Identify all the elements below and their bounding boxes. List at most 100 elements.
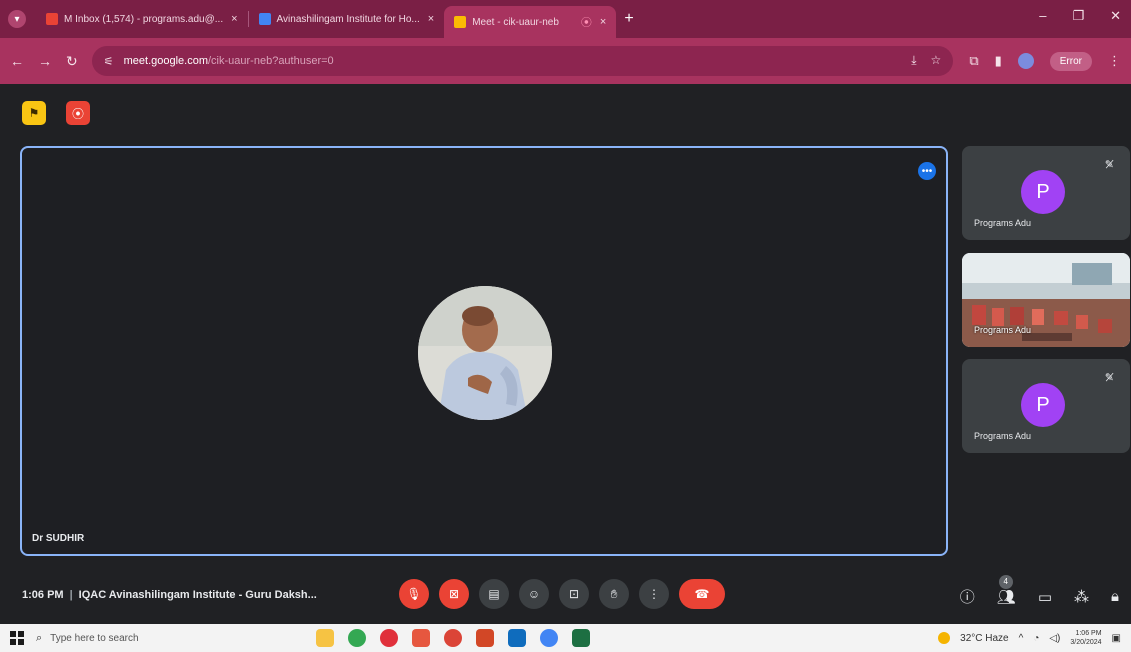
host-lock-icon[interactable]: 🔒︎ xyxy=(1111,588,1119,605)
participant-avatar: P xyxy=(1021,170,1065,214)
participant-tile-video[interactable]: Programs Adu xyxy=(962,253,1130,347)
mic-off-icon: ✎̸ xyxy=(1104,372,1114,384)
main-video-stage: ••• Dr SUDHIR xyxy=(20,146,948,556)
participant-name: Programs Adu xyxy=(974,218,1032,228)
restore-icon[interactable]: ❐ xyxy=(1072,8,1084,24)
chat-icon[interactable]: ▭ xyxy=(1038,588,1052,606)
chrome-icon[interactable] xyxy=(348,629,366,647)
captions-icon: ▤ xyxy=(488,587,500,601)
more-actions-button[interactable]: ⋮ xyxy=(639,579,669,609)
emoji-button[interactable]: ☺ xyxy=(519,579,549,609)
recording-icon[interactable]: ⦿ xyxy=(66,101,90,125)
back-arrow-icon[interactable]: ← xyxy=(10,53,24,69)
taskbar-search[interactable]: ⌕ Type here to search xyxy=(36,627,246,649)
clock-time: 1:06 PM xyxy=(1075,630,1102,637)
more-options-icon[interactable]: ••• xyxy=(918,162,936,180)
forward-arrow-icon[interactable]: → xyxy=(38,53,52,69)
more-vert-icon: ⋮ xyxy=(648,587,660,601)
site-settings-icon[interactable]: ⚟ xyxy=(104,55,114,68)
search-icon: ⌕ xyxy=(36,631,43,644)
end-call-icon: ☎ xyxy=(694,587,710,601)
meet-icon xyxy=(454,16,467,28)
mic-off-icon: 🎙︎ xyxy=(406,587,422,601)
close-icon[interactable]: ✕ xyxy=(1110,8,1121,24)
window-controls: – ❐ ✕ xyxy=(1039,8,1121,24)
tab-label: Avinashilingam Institute for Ho... xyxy=(276,13,420,25)
clock-date: 3/20/2024 xyxy=(1070,639,1102,646)
meeting-info-separator: | xyxy=(69,589,73,601)
activities-icon[interactable]: ⁂ xyxy=(1074,588,1089,606)
tab-close-icon[interactable]: × xyxy=(231,13,237,25)
omnibox-actions: ⤓ ☆ xyxy=(911,53,941,68)
volume-icon[interactable]: ◁) xyxy=(1049,633,1060,644)
wifi-icon[interactable]: ◔ xyxy=(1033,633,1039,644)
tab-close-icon[interactable]: × xyxy=(428,13,434,25)
outlook-icon[interactable] xyxy=(508,629,526,647)
camera-toggle-button[interactable]: ⊠ xyxy=(439,579,469,609)
tab-avinashilingam[interactable]: Avinashilingam Institute for Ho... × xyxy=(249,5,445,33)
people-button[interactable]: 4 👥︎ xyxy=(996,574,1016,606)
host-controls-icon[interactable]: ⚑ xyxy=(22,101,46,125)
minimize-icon[interactable]: – xyxy=(1039,8,1046,24)
error-button[interactable]: Error xyxy=(1049,51,1092,71)
gmail-icon xyxy=(46,13,58,25)
participant-tile[interactable]: P ✎̸ Programs Adu xyxy=(962,359,1130,453)
windows-start-icon[interactable] xyxy=(10,631,24,645)
taskbar-search-placeholder: Type here to search xyxy=(50,632,139,644)
browser-tab-strip: ▾ M Inbox (1,574) - programs.adu@... × A… xyxy=(0,0,1131,38)
presenter-avatar xyxy=(418,286,552,420)
participant-avatar: P xyxy=(1021,383,1065,427)
present-button[interactable]: ⊡ xyxy=(559,579,589,609)
tab-search-icon[interactable]: ▾ xyxy=(8,10,26,28)
side-panel-icon[interactable]: ▮ xyxy=(995,53,1002,69)
weather-text[interactable]: 32°C Haze xyxy=(960,633,1008,644)
new-tab-button[interactable]: + xyxy=(624,10,633,28)
download-icon[interactable]: ⤓ xyxy=(911,53,916,68)
excel-icon[interactable] xyxy=(572,629,590,647)
participant-name: Programs Adu xyxy=(974,431,1032,441)
meeting-info-icon[interactable]: ⓘ xyxy=(960,586,975,607)
bookmark-star-icon[interactable]: ☆ xyxy=(931,53,942,68)
chrome-profile-icon[interactable] xyxy=(444,629,462,647)
taskbar-clock[interactable]: 1:06 PM 3/20/2024 xyxy=(1070,629,1101,647)
meeting-time: 1:06 PM xyxy=(22,589,64,601)
tab-close-icon[interactable]: × xyxy=(600,16,606,28)
notification-icon[interactable]: ▣ xyxy=(1112,633,1121,644)
screen: ▾ M Inbox (1,574) - programs.adu@... × A… xyxy=(0,0,1131,652)
raise-hand-button[interactable]: ✋︎ xyxy=(599,579,629,609)
meeting-controls-bar: 1:06 PM | IQAC Avinashilingam Institute - … xyxy=(0,570,1131,622)
url-host: meet.google.com xyxy=(123,55,208,67)
opera-icon[interactable] xyxy=(380,629,398,647)
chrome-alt-icon[interactable] xyxy=(540,629,558,647)
tab-gmail[interactable]: M Inbox (1,574) - programs.adu@... × xyxy=(36,5,248,33)
participant-count-badge: 4 xyxy=(998,574,1013,589)
browser-toolbar: ← → ↻ ⚟ meet.google.com /cik-uaur-neb?au… xyxy=(0,38,1131,84)
meeting-info: 1:06 PM | IQAC Avinashilingam Institute - … xyxy=(22,589,317,601)
tray-chevron-icon[interactable]: ^ xyxy=(1019,633,1024,644)
windows-taskbar: ⌕ Type here to search 32°C Haze ^ ◔ ◁) 1… xyxy=(0,624,1131,652)
recording-indicator-icon: ⦿ xyxy=(580,17,592,29)
call-controls: 🎙︎ ⊠ ▤ ☺ ⊡ ✋︎ ⋮ ☎ xyxy=(399,579,725,609)
menu-kebab-icon[interactable]: ⋮ xyxy=(1108,53,1121,69)
side-panel-controls: ⓘ 4 👥︎ ▭ ⁂ 🔒︎ xyxy=(960,574,1119,607)
people-icon: 👥︎ xyxy=(996,588,1016,606)
app-icon[interactable] xyxy=(412,629,430,647)
participant-tile[interactable]: P ✎̸ Programs Adu xyxy=(962,146,1130,240)
powerpoint-icon[interactable] xyxy=(476,629,494,647)
presenter-name: Dr SUDHIR xyxy=(32,533,85,544)
tab-meet[interactable]: Meet - cik-uaur-neb ⦿ × xyxy=(444,6,617,38)
address-bar[interactable]: ⚟ meet.google.com /cik-uaur-neb?authuser… xyxy=(91,46,954,76)
tab-label: Meet - cik-uaur-neb xyxy=(472,16,559,28)
emoji-icon: ☺ xyxy=(527,587,541,601)
file-explorer-icon[interactable] xyxy=(316,629,334,647)
reload-icon[interactable]: ↻ xyxy=(66,53,78,70)
captions-button[interactable]: ▤ xyxy=(479,579,509,609)
extensions-icon[interactable]: ⧉ xyxy=(969,53,978,69)
mic-toggle-button[interactable]: 🎙︎ xyxy=(399,579,429,609)
camera-off-icon: ⊠ xyxy=(448,587,460,601)
hand-icon: ✋︎ xyxy=(610,586,618,601)
weather-icon xyxy=(938,632,951,644)
profile-avatar[interactable] xyxy=(1017,53,1034,69)
system-tray: 32°C Haze ^ ◔ ◁) 1:06 PM 3/20/2024 ▣ xyxy=(938,629,1121,647)
leave-call-button[interactable]: ☎ xyxy=(679,579,725,609)
